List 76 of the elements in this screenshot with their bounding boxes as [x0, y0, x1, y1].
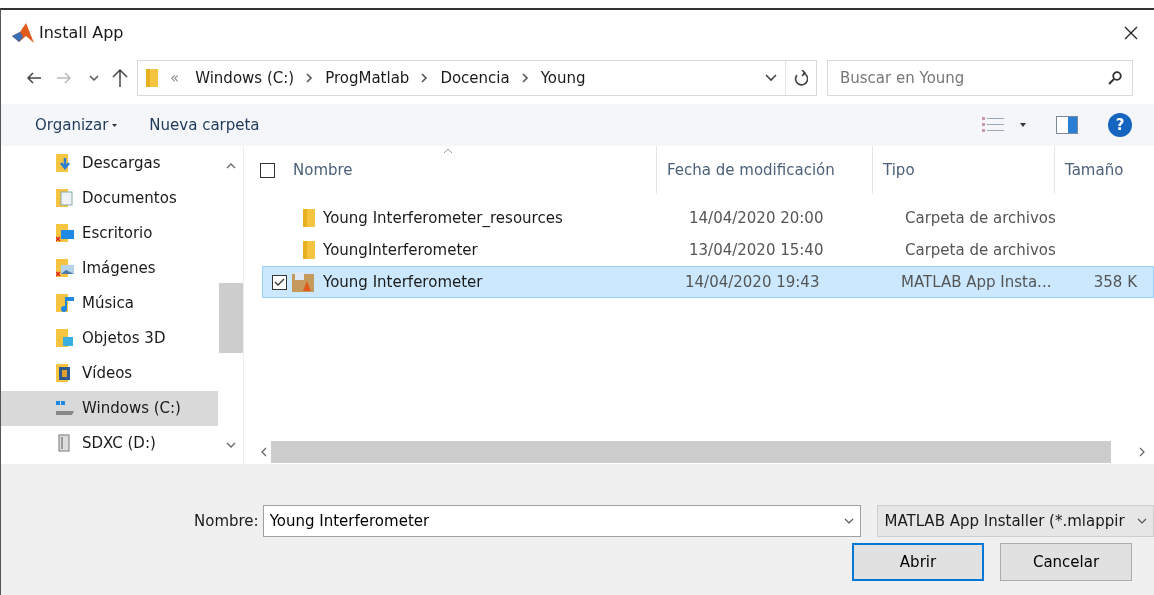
chevron-down-icon	[844, 518, 855, 524]
preview-pane-icon[interactable]	[1056, 116, 1078, 135]
breadcrumb-item[interactable]: Windows (C:)	[191, 66, 299, 90]
file-name: Young Interferometer_resources	[322, 207, 564, 229]
scrollbar-thumb[interactable]	[218, 282, 243, 353]
sidebar-item[interactable]: Imágenes	[1, 251, 218, 286]
address-bar[interactable]: « Windows (C:) ProgMatlab Docencia Young	[137, 60, 817, 96]
file-row[interactable]: YoungInterferometer 13/04/2020 15:40 Carpeta de archivos	[262, 234, 1154, 266]
sidebar-item[interactable]: Windows (C:)	[1, 391, 218, 426]
sidebar-item[interactable]: Escritorio	[1, 216, 218, 251]
package-icon	[291, 271, 315, 293]
caret-icon[interactable]	[112, 123, 118, 127]
sidebar-item[interactable]: Documentos	[1, 181, 218, 216]
up-arrow-icon[interactable]	[112, 68, 128, 88]
sort-icon	[443, 148, 453, 154]
cancel-button[interactable]: Cancelar	[1000, 543, 1132, 581]
chevron-down-icon[interactable]	[1137, 518, 1147, 524]
help-button[interactable]: ?	[1108, 113, 1132, 137]
overflow-chevron[interactable]: «	[166, 66, 184, 90]
search-field[interactable]: Buscar en Young	[838, 65, 1108, 91]
folder-icon	[303, 209, 315, 227]
search-box[interactable]: Buscar en Young	[827, 60, 1133, 96]
chevron-down-icon[interactable]	[89, 74, 99, 82]
file-row[interactable]: Young Interferometer 14/04/2020 19:43 MATLAB App Insta... 358 K	[262, 266, 1154, 298]
scroll-up-icon[interactable]	[225, 162, 236, 169]
folder-icon	[146, 69, 158, 87]
file-date: 14/04/2020 19:43	[684, 271, 821, 293]
file-size: 358 K	[1092, 271, 1137, 293]
breadcrumb-item[interactable]: Young	[536, 66, 590, 90]
app-logo-icon	[11, 22, 35, 44]
scrollbar-thumb[interactable]	[271, 441, 1111, 463]
chevron-right-icon[interactable]	[521, 73, 529, 83]
back-arrow-icon[interactable]	[26, 71, 42, 85]
scroll-right-icon[interactable]	[1139, 447, 1146, 458]
column-header[interactable]: Tamaño	[1055, 146, 1154, 194]
scroll-down-icon[interactable]	[225, 441, 236, 449]
sidebar-item[interactable]: Objetos 3D	[1, 321, 218, 356]
file-row[interactable]: Young Interferometer_resources 14/04/2020 20:00 Carpeta de archivos	[262, 202, 1154, 234]
column-header[interactable]: Tipo	[873, 146, 1055, 194]
pictures-folder-icon	[56, 259, 76, 278]
file-name: YoungInterferometer	[322, 239, 479, 261]
music-folder-icon	[56, 294, 76, 313]
file-name: Young Interferometer	[322, 271, 484, 293]
breadcrumb-item[interactable]: ProgMatlab	[321, 66, 414, 90]
select-all-checkbox[interactable]	[260, 162, 275, 178]
file-type: MATLAB App Insta...	[900, 271, 1053, 293]
search-icon	[1108, 71, 1122, 85]
file-date: 14/04/2020 20:00	[688, 207, 825, 229]
column-header[interactable]: Fecha de modificación	[657, 146, 873, 194]
scroll-left-icon[interactable]	[260, 447, 267, 458]
chevron-right-icon[interactable]	[421, 73, 429, 83]
column-header[interactable]: Nombre	[283, 146, 657, 194]
organize-menu[interactable]: Organizar	[27, 113, 126, 137]
close-icon[interactable]	[1123, 25, 1139, 41]
sidebar-item[interactable]: Vídeos	[1, 356, 218, 391]
folder-icon	[303, 241, 315, 259]
row-checkbox[interactable]	[272, 274, 287, 290]
desktop-folder-icon	[56, 224, 76, 243]
sidebar-item[interactable]: Música	[1, 286, 218, 321]
file-type: Carpeta de archivos	[904, 239, 1057, 261]
objects-folder-icon	[56, 329, 76, 348]
file-type-dropdown[interactable]: MATLAB App Installer (*.mlappir	[877, 505, 1154, 537]
caret-icon[interactable]	[1020, 123, 1026, 127]
new-folder-button[interactable]: Nueva carpeta	[141, 113, 268, 137]
chevron-right-icon[interactable]	[306, 73, 314, 83]
open-button[interactable]: Abrir	[852, 543, 984, 581]
drive-icon	[56, 399, 76, 418]
file-type: Carpeta de archivos	[904, 207, 1057, 229]
file-name-box[interactable]: Young Interferometer	[262, 505, 862, 537]
sidebar-item[interactable]: SDXC (D:)	[1, 426, 218, 461]
breadcrumb-item[interactable]: Docencia	[436, 66, 514, 90]
file-date: 13/04/2020 15:40	[688, 239, 825, 261]
window-title: Install App	[39, 22, 124, 44]
documents-folder-icon	[56, 189, 76, 208]
sidebar-item[interactable]: Descargas	[1, 146, 218, 181]
file-name-label: Nombre:	[194, 510, 259, 532]
